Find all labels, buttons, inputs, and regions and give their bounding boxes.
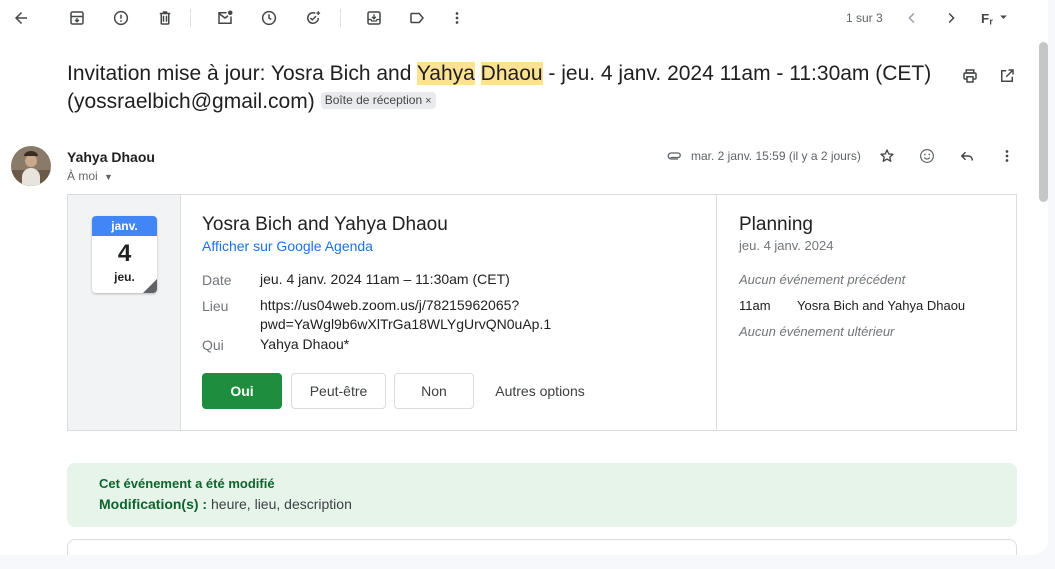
emoji-reaction-icon[interactable] (915, 144, 939, 168)
view-in-calendar-link[interactable]: Afficher sur Google Agenda (202, 238, 373, 254)
subject-text-start: Invitation mise à jour: Yosra Bich and (67, 62, 417, 85)
agenda-title: Planning (739, 214, 813, 235)
move-to-icon[interactable] (362, 6, 386, 30)
agenda-event-time: 11am (739, 298, 771, 313)
modified-details: Modification(s) : heure, lieu, descripti… (99, 496, 352, 512)
snooze-icon[interactable] (257, 6, 281, 30)
agenda-event-title[interactable]: Yosra Bich and Yahya Dhaou (797, 298, 965, 313)
rsvp-no-button[interactable]: Non (394, 373, 474, 409)
location-value[interactable]: https://us04web.zoom.us/j/78215962065? p… (260, 296, 551, 334)
label-chip-inbox[interactable]: Boîte de réception × (320, 92, 436, 109)
attachment-icon (664, 144, 686, 168)
print-icon[interactable] (958, 64, 982, 88)
archive-icon[interactable] (65, 6, 89, 30)
more-options-button[interactable]: Autres options (490, 373, 590, 409)
event-title: Yosra Bich and Yahya Dhaou (202, 214, 448, 235)
email-subject: Invitation mise à jour: Yosra Bich and Y… (67, 60, 957, 116)
email-date: mar. 2 janv. 15:59 (il y a 2 jours) (691, 149, 861, 163)
pager-text: 1 sur 3 (846, 11, 883, 25)
chevron-right-icon[interactable] (939, 6, 963, 30)
caret-down-icon: ▼ (104, 172, 113, 182)
subject-highlight-yahya: Yahya (416, 62, 475, 85)
location-line-2: pwd=YaWgl9b6wXlTrGa18WLYgUrvQN0uAp.1 (260, 316, 552, 332)
location-label: Lieu (202, 298, 229, 314)
rsvp-maybe-button[interactable]: Peut-être (291, 373, 386, 409)
chevron-left-icon[interactable] (900, 6, 924, 30)
recipient-text: À moi (67, 169, 98, 183)
message-more-icon[interactable] (995, 144, 1019, 168)
star-icon[interactable] (875, 144, 899, 168)
modified-value: heure, lieu, description (207, 496, 352, 512)
next-content-card (67, 539, 1017, 555)
location-line-1: https://us04web.zoom.us/j/78215962065? (260, 297, 520, 313)
reply-icon[interactable] (955, 144, 979, 168)
mark-unread-icon[interactable] (213, 6, 237, 30)
label-icon[interactable] (405, 6, 429, 30)
invite-divider (716, 195, 717, 430)
date-label: Date (202, 272, 232, 288)
date-value: jeu. 4 janv. 2024 11am – 11:30am (CET) (260, 271, 510, 287)
cal-day: 4 (117, 240, 132, 267)
label-chip-text: Boîte de réception (324, 93, 423, 107)
rsvp-yes-button[interactable]: Oui (202, 373, 282, 409)
modified-label: Modification(s) : (99, 496, 208, 512)
svg-text:F: F (981, 11, 989, 26)
email-toolbar: 1 sur 3 Fr (0, 0, 1048, 36)
sender-avatar[interactable] (11, 146, 51, 186)
agenda-date: jeu. 4 janv. 2024 (739, 238, 834, 253)
subject-highlight-dhaou: Dhaou (480, 62, 543, 85)
sender-name[interactable]: Yahya Dhaou (67, 149, 155, 165)
report-spam-icon[interactable] (109, 6, 133, 30)
toolbar-divider (190, 9, 191, 27)
calendar-date-icon: janv. 4 jeu. (92, 216, 157, 293)
more-vert-icon[interactable] (445, 6, 469, 30)
no-next-event: Aucun événement ultérieur (739, 324, 895, 339)
remove-label-icon[interactable]: × (425, 95, 431, 107)
email-view-panel: 1 sur 3 Fr Invitation mise à jour: Yosra… (0, 0, 1048, 555)
scrollbar-thumb[interactable] (1039, 42, 1048, 202)
calendar-invite-card: janv. 4 jeu. Yosra Bich and Yahya Dhaou … (67, 194, 1017, 431)
input-tools-icon[interactable]: Fr (977, 6, 1015, 30)
who-label: Qui (202, 337, 224, 353)
open-new-window-icon[interactable] (995, 64, 1019, 88)
toolbar-divider (340, 9, 341, 27)
cal-page-fold (143, 279, 157, 293)
recipient-details-toggle[interactable]: À moi ▼ (67, 169, 113, 183)
event-modified-notice: Cet événement a été modifié Modification… (67, 463, 1017, 527)
no-previous-event: Aucun événement précédent (739, 272, 906, 287)
svg-text:r: r (989, 17, 993, 27)
delete-icon[interactable] (153, 6, 177, 30)
cal-month: janv. (92, 216, 157, 236)
modified-title: Cet événement a été modifié (99, 476, 275, 491)
add-task-icon[interactable] (301, 6, 325, 30)
back-arrow-icon[interactable] (9, 6, 33, 30)
who-value: Yahya Dhaou* (260, 336, 350, 352)
invite-date-column: janv. 4 jeu. (68, 195, 181, 430)
